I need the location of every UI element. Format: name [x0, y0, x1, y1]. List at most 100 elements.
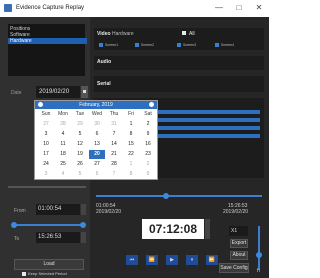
calendar-day[interactable]: 30 — [89, 120, 105, 129]
calendar-day[interactable]: 11 — [55, 140, 71, 149]
calendar-day[interactable]: 16 — [140, 140, 156, 149]
calendar-day[interactable]: 14 — [106, 140, 122, 149]
screen1-checkbox[interactable] — [99, 43, 103, 47]
speed-select[interactable]: X1 — [229, 226, 248, 236]
calendar-day[interactable]: 13 — [89, 140, 105, 149]
selection-end-knob[interactable] — [80, 222, 86, 228]
calendar-week-row: 3456789 — [37, 170, 155, 179]
current-time-display[interactable]: 07:12:08 — [142, 219, 204, 239]
selection-start-knob[interactable] — [11, 222, 17, 228]
keep-selected-label: Keep Selected Period — [28, 271, 67, 276]
window-title: Evidence Capture Replay — [16, 5, 85, 11]
to-spinner[interactable] — [81, 232, 86, 243]
calendar-day[interactable]: 7 — [106, 130, 122, 139]
calendar-day[interactable]: 12 — [72, 140, 88, 149]
screen3-checkbox[interactable] — [177, 43, 181, 47]
calendar-day[interactable]: 20 — [89, 150, 105, 159]
calendar-day[interactable]: 23 — [140, 150, 156, 159]
next-month-icon[interactable] — [149, 102, 154, 107]
calendar-dropdown-button[interactable] — [81, 86, 88, 98]
screen4-checkbox[interactable] — [215, 43, 219, 47]
screen2-checkbox[interactable] — [135, 43, 139, 47]
selection-track[interactable] — [13, 224, 83, 226]
calendar-day[interactable]: 2 — [140, 120, 156, 129]
keep-selected-checkbox[interactable] — [22, 272, 26, 276]
previous-month-icon[interactable] — [38, 102, 43, 107]
to-label: To — [14, 236, 20, 242]
track-bar-4 — [158, 134, 260, 138]
calendar-day[interactable]: 3 — [38, 170, 54, 179]
calendar-day[interactable]: 21 — [106, 150, 122, 159]
calendar-day[interactable]: 4 — [55, 130, 71, 139]
calendar-popup: February, 2019 Sun Mon Tue Wed Thu Fri S… — [34, 100, 158, 180]
source-tree[interactable]: Positions Software Hardware — [8, 24, 87, 76]
calendar-day[interactable]: 31 — [106, 120, 122, 129]
screen4-label: Screen4 — [221, 43, 235, 47]
calendar-day[interactable]: 10 — [38, 140, 54, 149]
calendar-day[interactable]: 17 — [38, 150, 54, 159]
calendar-day[interactable]: 28 — [106, 160, 122, 169]
calendar-day[interactable]: 9 — [140, 170, 156, 179]
calendar-header: February, 2019 — [35, 101, 157, 109]
calendar-day[interactable]: 2 — [140, 160, 156, 169]
calendar-day[interactable]: 6 — [89, 170, 105, 179]
time-spinner[interactable] — [205, 219, 210, 239]
calendar-day[interactable]: 5 — [72, 170, 88, 179]
calendar-day[interactable]: 8 — [123, 170, 139, 179]
video-label: Video — [97, 31, 111, 37]
play-icon: ▶ — [170, 257, 174, 263]
track-bar-1 — [158, 110, 260, 114]
skip-back-button[interactable]: ⏮ — [126, 255, 138, 265]
calendar-day[interactable]: 18 — [55, 150, 71, 159]
video-section: Video Hardware All Screen1 Screen2 Scree… — [94, 28, 264, 50]
minimize-button[interactable]: — — [212, 3, 226, 13]
save-config-button[interactable]: Save Config — [219, 263, 249, 273]
calendar-day[interactable]: 6 — [89, 130, 105, 139]
rewind-button[interactable]: ⏪ — [146, 255, 158, 265]
calendar-day[interactable]: 1 — [123, 120, 139, 129]
date-label: Date — [11, 90, 22, 96]
calendar-day[interactable]: 5 — [72, 130, 88, 139]
about-button[interactable]: About — [230, 251, 248, 260]
timeline-track[interactable] — [96, 195, 262, 197]
volume-knob[interactable] — [256, 252, 262, 258]
calendar-day[interactable]: 24 — [38, 160, 54, 169]
calendar-day[interactable]: 27 — [38, 120, 54, 129]
weekday-label: Sat — [144, 111, 152, 117]
calendar-day[interactable]: 27 — [89, 160, 105, 169]
date-field[interactable]: 2019/02/20 — [36, 86, 80, 98]
calendar-day[interactable]: 3 — [38, 130, 54, 139]
all-checkbox[interactable] — [182, 31, 186, 35]
range-track[interactable] — [8, 186, 86, 188]
close-button[interactable]: ✕ — [252, 3, 266, 13]
calendar-day[interactable]: 8 — [123, 130, 139, 139]
calendar-day[interactable]: 1 — [123, 160, 139, 169]
from-time-field[interactable]: 01:00:54 — [36, 204, 80, 215]
calendar-day[interactable]: 22 — [123, 150, 139, 159]
calendar-day[interactable]: 28 — [55, 120, 71, 129]
volume-slider[interactable] — [258, 226, 260, 270]
calendar-weekday-row: Sun Mon Tue Wed Thu Fri Sat — [37, 110, 155, 119]
screen2-label: Screen2 — [141, 43, 155, 47]
tree-item-hardware[interactable]: Hardware — [8, 38, 87, 44]
calendar-day[interactable]: 25 — [55, 160, 71, 169]
export-button[interactable]: Export — [230, 239, 248, 248]
timeline-knob[interactable] — [163, 193, 169, 199]
calendar-day[interactable]: 15 — [123, 140, 139, 149]
load-button[interactable]: Load — [14, 259, 84, 270]
from-spinner[interactable] — [81, 204, 86, 215]
audio-label: Audio — [97, 59, 112, 65]
calendar-day[interactable]: 19 — [72, 150, 88, 159]
calendar-day[interactable]: 29 — [72, 120, 88, 129]
maximize-button[interactable]: □ — [232, 3, 246, 13]
screen3-label: Screen3 — [183, 43, 197, 47]
calendar-day[interactable]: 9 — [140, 130, 156, 139]
calendar-day[interactable]: 7 — [106, 170, 122, 179]
to-time-field[interactable]: 15:26:53 — [36, 232, 80, 243]
calendar-day[interactable]: 26 — [72, 160, 88, 169]
audio-section: Audio — [94, 56, 264, 70]
play-button[interactable]: ▶ — [166, 255, 178, 265]
calendar-day[interactable]: 4 — [55, 170, 71, 179]
pause-button[interactable]: ⏸ — [186, 255, 198, 265]
fast-forward-button[interactable]: ⏩ — [206, 255, 218, 265]
